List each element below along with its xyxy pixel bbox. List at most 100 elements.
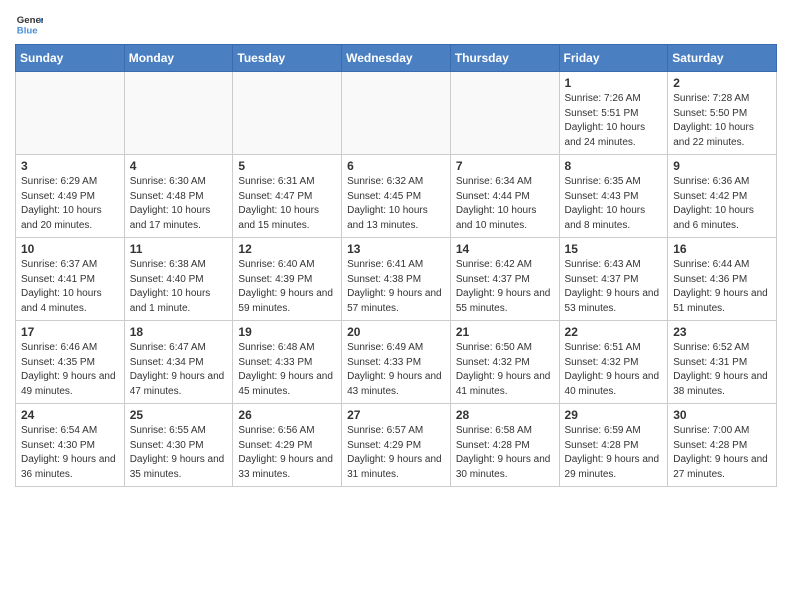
calendar-cell: 10 Sunrise: 6:37 AM Sunset: 4:41 PM Dayli… bbox=[16, 238, 125, 321]
day-number: 10 bbox=[21, 242, 119, 256]
day-number: 1 bbox=[565, 76, 663, 90]
day-info: Sunrise: 7:26 AM Sunset: 5:51 PM Dayligh… bbox=[565, 92, 663, 150]
day-info: Sunrise: 6:31 AM Sunset: 4:47 PM Dayligh… bbox=[238, 175, 336, 233]
day-info: Sunrise: 6:36 AM Sunset: 4:42 PM Dayligh… bbox=[673, 175, 771, 233]
day-info: Sunrise: 6:50 AM Sunset: 4:32 PM Dayligh… bbox=[456, 341, 554, 399]
day-info: Sunrise: 6:38 AM Sunset: 4:40 PM Dayligh… bbox=[130, 258, 228, 316]
day-info: Sunrise: 6:49 AM Sunset: 4:33 PM Dayligh… bbox=[347, 341, 445, 399]
day-info: Sunrise: 6:30 AM Sunset: 4:48 PM Dayligh… bbox=[130, 175, 228, 233]
calendar-cell: 22 Sunrise: 6:51 AM Sunset: 4:32 PM Dayli… bbox=[559, 321, 668, 404]
logo-icon: General Blue bbox=[15, 10, 43, 38]
calendar-cell: 12Sunrise: 6:40 AM Sunset: 4:39 PM Dayli… bbox=[233, 238, 342, 321]
calendar-cell: 21 Sunrise: 6:50 AM Sunset: 4:32 PM Dayli… bbox=[450, 321, 559, 404]
weekday-header: Friday bbox=[559, 45, 668, 72]
calendar-cell: 6 Sunrise: 6:32 AM Sunset: 4:45 PM Daylig… bbox=[342, 155, 451, 238]
weekday-header: Thursday bbox=[450, 45, 559, 72]
calendar-header: SundayMondayTuesdayWednesdayThursdayFrid… bbox=[16, 45, 777, 72]
day-number: 3 bbox=[21, 159, 119, 173]
day-number: 7 bbox=[456, 159, 554, 173]
day-number: 27 bbox=[347, 408, 445, 422]
day-info: Sunrise: 6:37 AM Sunset: 4:41 PM Dayligh… bbox=[21, 258, 119, 316]
calendar-cell: 15 Sunrise: 6:43 AM Sunset: 4:37 PM Dayli… bbox=[559, 238, 668, 321]
day-info: Sunrise: 6:42 AM Sunset: 4:37 PM Dayligh… bbox=[456, 258, 554, 316]
day-number: 8 bbox=[565, 159, 663, 173]
day-number: 24 bbox=[21, 408, 119, 422]
day-info: Sunrise: 6:43 AM Sunset: 4:37 PM Dayligh… bbox=[565, 258, 663, 316]
calendar-cell: 3 Sunrise: 6:29 AM Sunset: 4:49 PM Daylig… bbox=[16, 155, 125, 238]
day-number: 13 bbox=[347, 242, 445, 256]
day-number: 28 bbox=[456, 408, 554, 422]
day-info: Sunrise: 6:44 AM Sunset: 4:36 PM Dayligh… bbox=[673, 258, 771, 316]
day-info: Sunrise: 6:32 AM Sunset: 4:45 PM Dayligh… bbox=[347, 175, 445, 233]
day-number: 25 bbox=[130, 408, 228, 422]
day-number: 5 bbox=[238, 159, 336, 173]
calendar-cell: 1 Sunrise: 7:26 AM Sunset: 5:51 PM Daylig… bbox=[559, 72, 668, 155]
day-number: 30 bbox=[673, 408, 771, 422]
day-info: Sunrise: 6:56 AM Sunset: 4:29 PM Dayligh… bbox=[238, 424, 336, 482]
day-info: Sunrise: 6:29 AM Sunset: 4:49 PM Dayligh… bbox=[21, 175, 119, 233]
calendar-cell: 2 Sunrise: 7:28 AM Sunset: 5:50 PM Daylig… bbox=[668, 72, 777, 155]
day-number: 22 bbox=[565, 325, 663, 339]
day-number: 17 bbox=[21, 325, 119, 339]
calendar-cell: 11 Sunrise: 6:38 AM Sunset: 4:40 PM Dayli… bbox=[124, 238, 233, 321]
calendar-table: SundayMondayTuesdayWednesdayThursdayFrid… bbox=[15, 44, 777, 487]
day-info: Sunrise: 6:51 AM Sunset: 4:32 PM Dayligh… bbox=[565, 341, 663, 399]
calendar-cell: 28 Sunrise: 6:58 AM Sunset: 4:28 PM Dayli… bbox=[450, 404, 559, 487]
svg-text:General: General bbox=[17, 15, 43, 26]
day-number: 18 bbox=[130, 325, 228, 339]
calendar-cell: 9Sunrise: 6:36 AM Sunset: 4:42 PM Daylig… bbox=[668, 155, 777, 238]
weekday-header: Monday bbox=[124, 45, 233, 72]
day-number: 16 bbox=[673, 242, 771, 256]
day-number: 29 bbox=[565, 408, 663, 422]
calendar-cell: 5 Sunrise: 6:31 AM Sunset: 4:47 PM Daylig… bbox=[233, 155, 342, 238]
calendar-cell: 24 Sunrise: 6:54 AM Sunset: 4:30 PM Dayli… bbox=[16, 404, 125, 487]
weekday-header: Wednesday bbox=[342, 45, 451, 72]
day-info: Sunrise: 6:54 AM Sunset: 4:30 PM Dayligh… bbox=[21, 424, 119, 482]
weekday-header: Saturday bbox=[668, 45, 777, 72]
calendar-cell bbox=[16, 72, 125, 155]
day-number: 6 bbox=[347, 159, 445, 173]
calendar-cell: 25 Sunrise: 6:55 AM Sunset: 4:30 PM Dayli… bbox=[124, 404, 233, 487]
calendar-cell: 4 Sunrise: 6:30 AM Sunset: 4:48 PM Daylig… bbox=[124, 155, 233, 238]
day-info: Sunrise: 6:35 AM Sunset: 4:43 PM Dayligh… bbox=[565, 175, 663, 233]
calendar-cell: 19 Sunrise: 6:48 AM Sunset: 4:33 PM Dayli… bbox=[233, 321, 342, 404]
day-number: 15 bbox=[565, 242, 663, 256]
calendar-cell: 29 Sunrise: 6:59 AM Sunset: 4:28 PM Dayli… bbox=[559, 404, 668, 487]
calendar-cell bbox=[233, 72, 342, 155]
day-number: 20 bbox=[347, 325, 445, 339]
day-info: Sunrise: 6:57 AM Sunset: 4:29 PM Dayligh… bbox=[347, 424, 445, 482]
day-info: Sunrise: 6:52 AM Sunset: 4:31 PM Dayligh… bbox=[673, 341, 771, 399]
calendar-cell: 26 Sunrise: 6:56 AM Sunset: 4:29 PM Dayli… bbox=[233, 404, 342, 487]
calendar-cell: 13Sunrise: 6:41 AM Sunset: 4:38 PM Dayli… bbox=[342, 238, 451, 321]
calendar-cell bbox=[342, 72, 451, 155]
day-number: 19 bbox=[238, 325, 336, 339]
calendar-cell: 30 Sunrise: 7:00 AM Sunset: 4:28 PM Dayli… bbox=[668, 404, 777, 487]
day-info: Sunrise: 6:48 AM Sunset: 4:33 PM Dayligh… bbox=[238, 341, 336, 399]
day-info: Sunrise: 6:47 AM Sunset: 4:34 PM Dayligh… bbox=[130, 341, 228, 399]
calendar-cell: 18 Sunrise: 6:47 AM Sunset: 4:34 PM Dayli… bbox=[124, 321, 233, 404]
calendar-cell: 23Sunrise: 6:52 AM Sunset: 4:31 PM Dayli… bbox=[668, 321, 777, 404]
day-info: Sunrise: 7:00 AM Sunset: 4:28 PM Dayligh… bbox=[673, 424, 771, 482]
day-number: 26 bbox=[238, 408, 336, 422]
calendar-cell: 16 Sunrise: 6:44 AM Sunset: 4:36 PM Dayli… bbox=[668, 238, 777, 321]
svg-text:Blue: Blue bbox=[17, 26, 38, 37]
day-number: 21 bbox=[456, 325, 554, 339]
logo: General Blue bbox=[15, 10, 43, 38]
day-number: 4 bbox=[130, 159, 228, 173]
calendar-cell: 7 Sunrise: 6:34 AM Sunset: 4:44 PM Daylig… bbox=[450, 155, 559, 238]
day-info: Sunrise: 6:34 AM Sunset: 4:44 PM Dayligh… bbox=[456, 175, 554, 233]
calendar-cell: 8 Sunrise: 6:35 AM Sunset: 4:43 PM Daylig… bbox=[559, 155, 668, 238]
calendar-cell: 20 Sunrise: 6:49 AM Sunset: 4:33 PM Dayli… bbox=[342, 321, 451, 404]
day-info: Sunrise: 7:28 AM Sunset: 5:50 PM Dayligh… bbox=[673, 92, 771, 150]
day-info: Sunrise: 6:59 AM Sunset: 4:28 PM Dayligh… bbox=[565, 424, 663, 482]
calendar-cell bbox=[124, 72, 233, 155]
day-number: 11 bbox=[130, 242, 228, 256]
day-number: 2 bbox=[673, 76, 771, 90]
day-number: 14 bbox=[456, 242, 554, 256]
calendar-cell bbox=[450, 72, 559, 155]
day-info: Sunrise: 6:58 AM Sunset: 4:28 PM Dayligh… bbox=[456, 424, 554, 482]
weekday-header: Sunday bbox=[16, 45, 125, 72]
day-info: Sunrise: 6:46 AM Sunset: 4:35 PM Dayligh… bbox=[21, 341, 119, 399]
day-info: Sunrise: 6:55 AM Sunset: 4:30 PM Dayligh… bbox=[130, 424, 228, 482]
day-info: Sunrise: 6:40 AM Sunset: 4:39 PM Dayligh… bbox=[238, 258, 336, 316]
